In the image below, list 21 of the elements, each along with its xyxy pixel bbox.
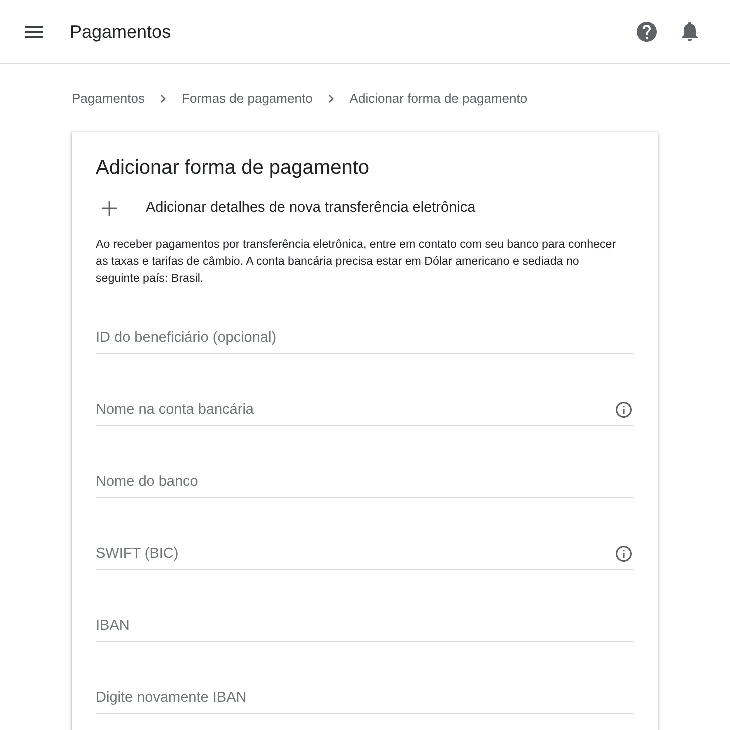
card-title: Adicionar forma de pagamento [96,156,370,180]
text-field[interactable]: Nome na conta bancária [96,394,634,426]
app-title: Pagamentos [70,20,172,44]
text-field[interactable]: IBAN [96,610,634,642]
bell-icon[interactable] [682,22,698,42]
chevron-right-icon [328,95,334,103]
info-icon[interactable] [616,546,632,562]
add-transfer-button[interactable]: Adicionar detalhes de nova transferência eletrônica [96,192,476,224]
notice-text: Ao receber pagamentos por transferência eletrônica, entre em contato com seu banco para conhecer as taxas e tarifas de câmbio. A conta bancária precisa estar em Dólar americano e sediada no seguinte país: Brasil. [96,237,618,287]
text-field[interactable]: Nome do banco [96,466,634,498]
chevron-right-icon [161,95,166,103]
info-icon[interactable] [616,402,632,418]
text-field[interactable]: Digite novamente IBAN [96,682,634,714]
text-field[interactable]: ID do beneficiário (opcional) [96,322,634,354]
breadcrumb-link[interactable]: Pagamentos [72,89,145,109]
text-field[interactable]: SWIFT (BIC) [96,538,634,570]
plus-icon [102,200,117,216]
menu-icon[interactable] [25,26,43,38]
breadcrumb-current: Adicionar forma de pagamento [350,90,528,108]
help-icon[interactable] [637,22,657,42]
breadcrumb-link[interactable]: Formas de pagamento [182,89,313,109]
